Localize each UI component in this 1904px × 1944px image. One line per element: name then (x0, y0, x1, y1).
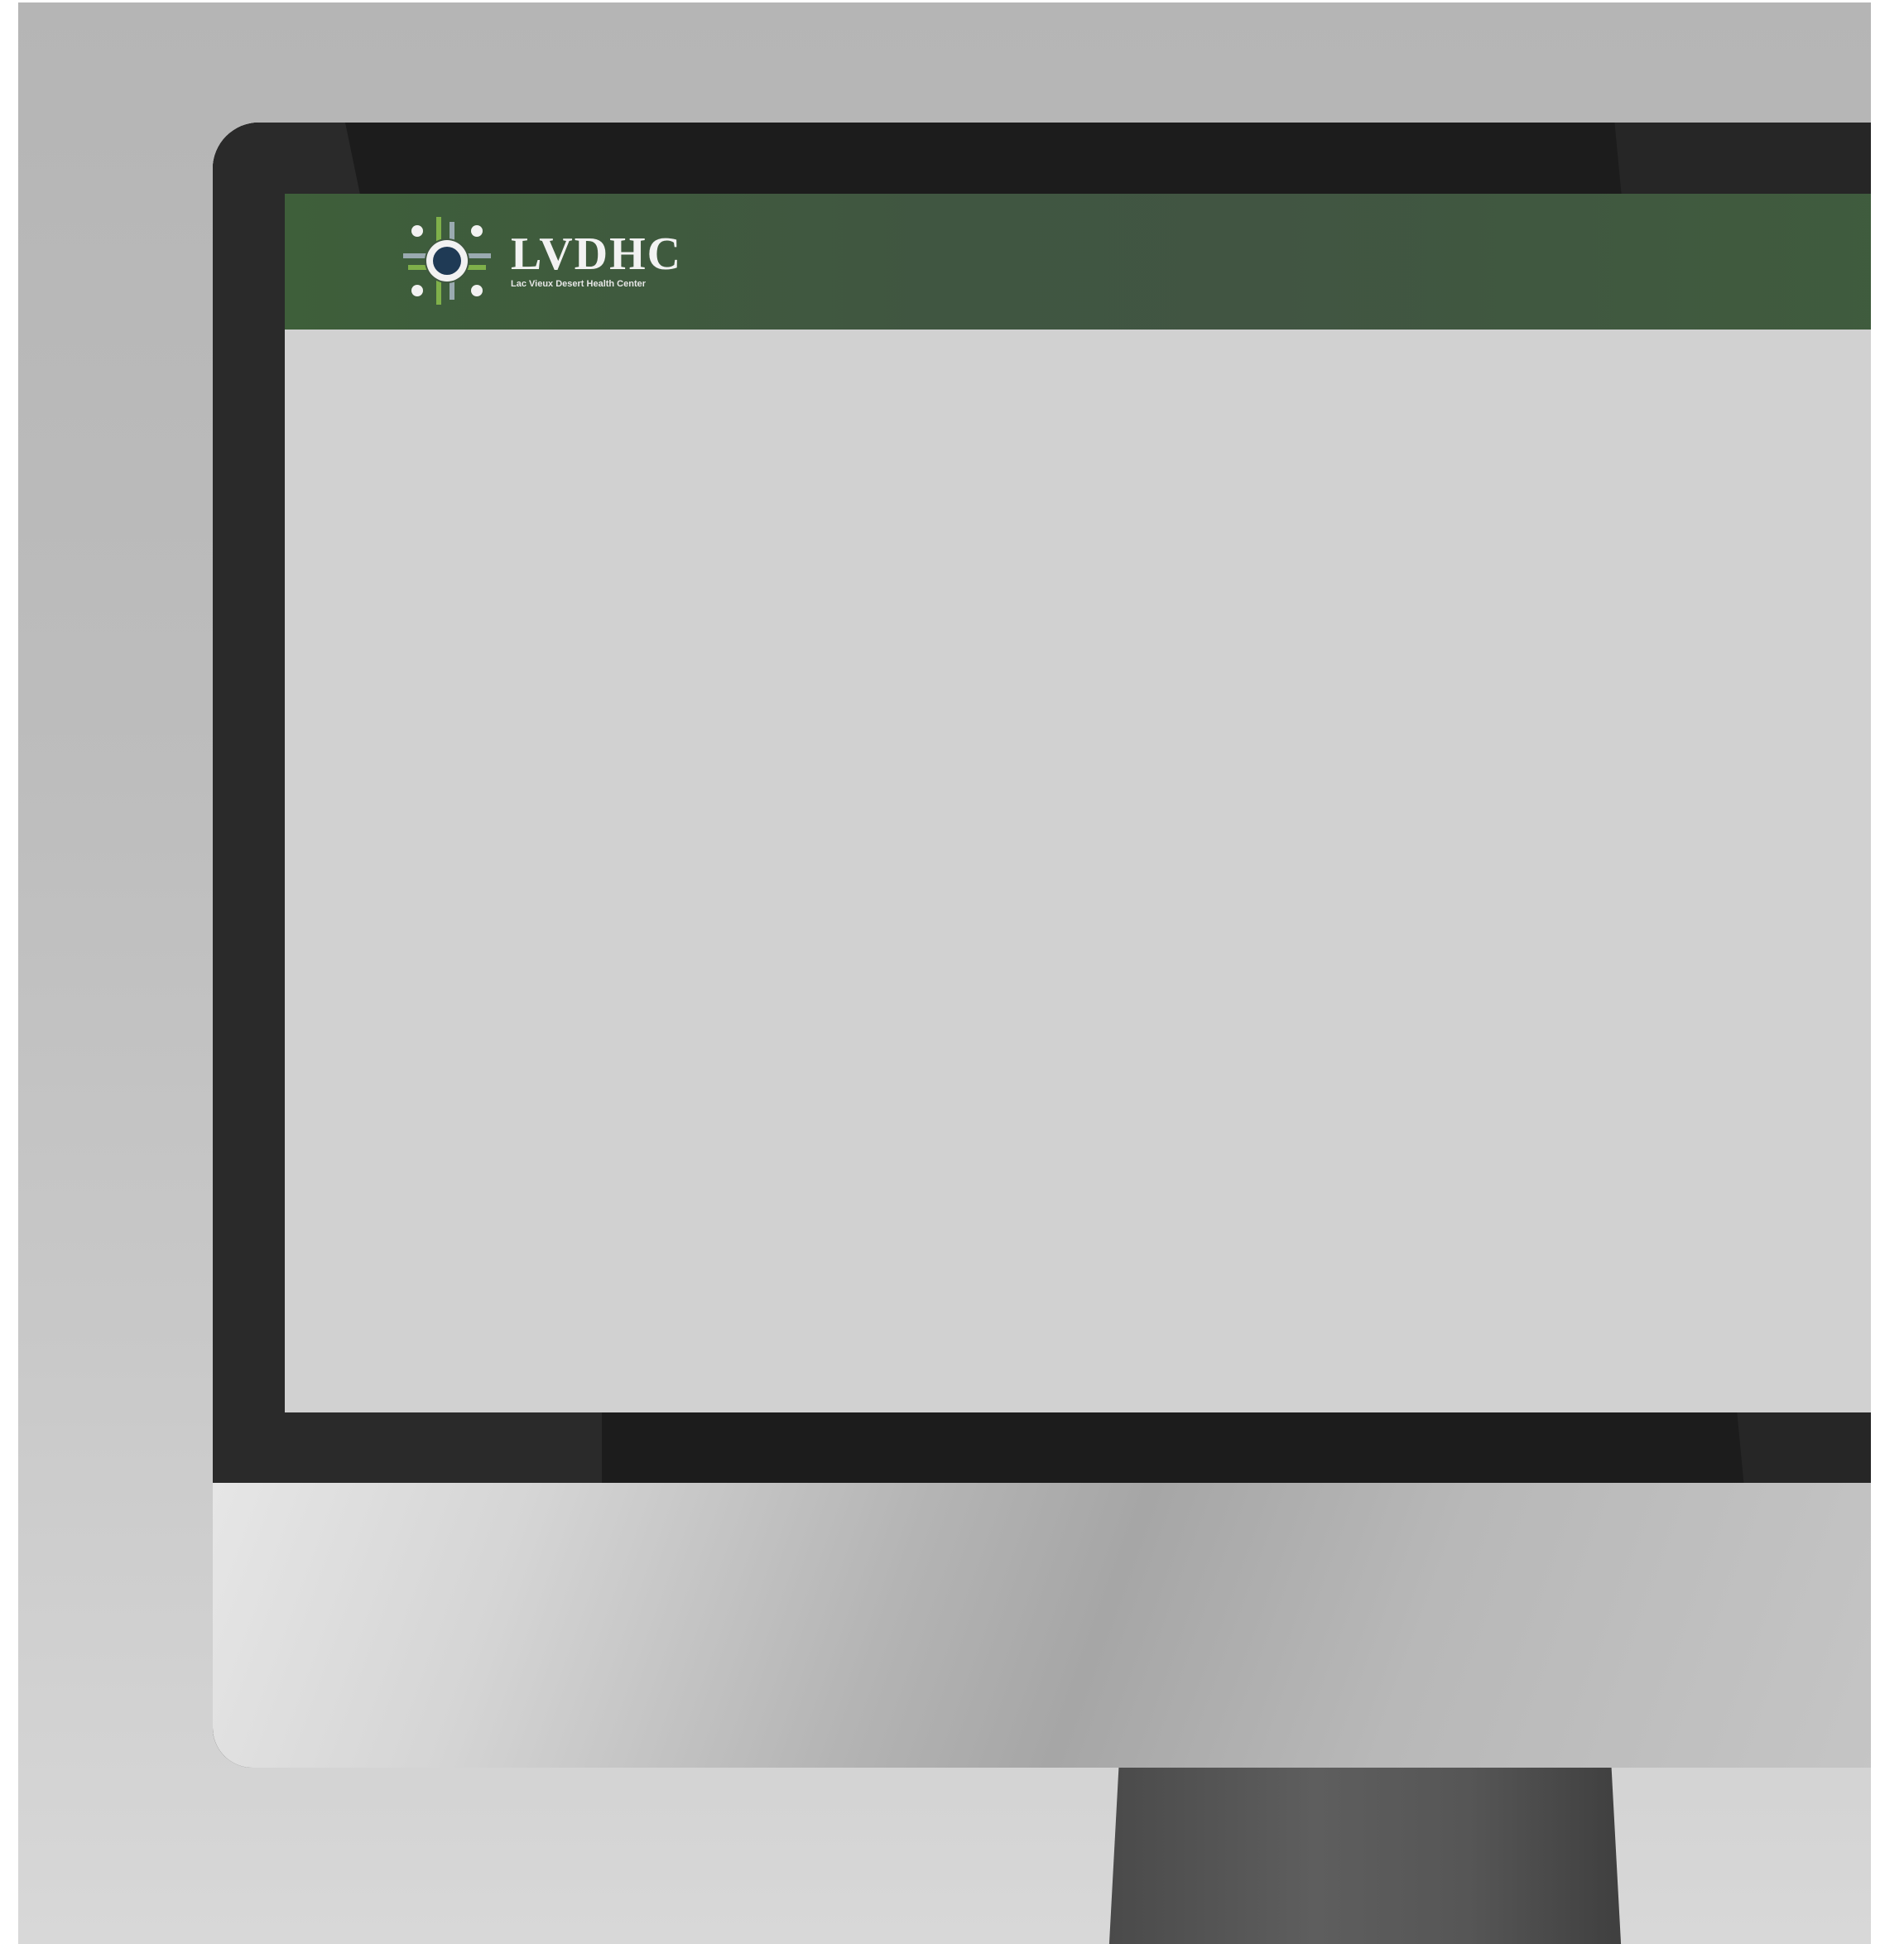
brand: LVDHC Lac Vieux Desert Health Center (511, 229, 683, 289)
monitor: LVDHC Lac Vieux Desert Health Center (213, 123, 1871, 1768)
screen: LVDHC Lac Vieux Desert Health Center (285, 194, 1871, 1412)
monitor-stand (1108, 1768, 1622, 1944)
brand-title: LVDHC (511, 229, 683, 280)
brand-subtitle: Lac Vieux Desert Health Center (511, 279, 647, 289)
sun-cross-logo-icon (403, 217, 491, 305)
site-logo[interactable]: LVDHC Lac Vieux Desert Health Center (403, 217, 682, 305)
monitor-chin (213, 1483, 1871, 1768)
backdrop: LVDHC Lac Vieux Desert Health Center (18, 2, 1871, 1944)
site-header: LVDHC Lac Vieux Desert Health Center (285, 194, 1871, 330)
